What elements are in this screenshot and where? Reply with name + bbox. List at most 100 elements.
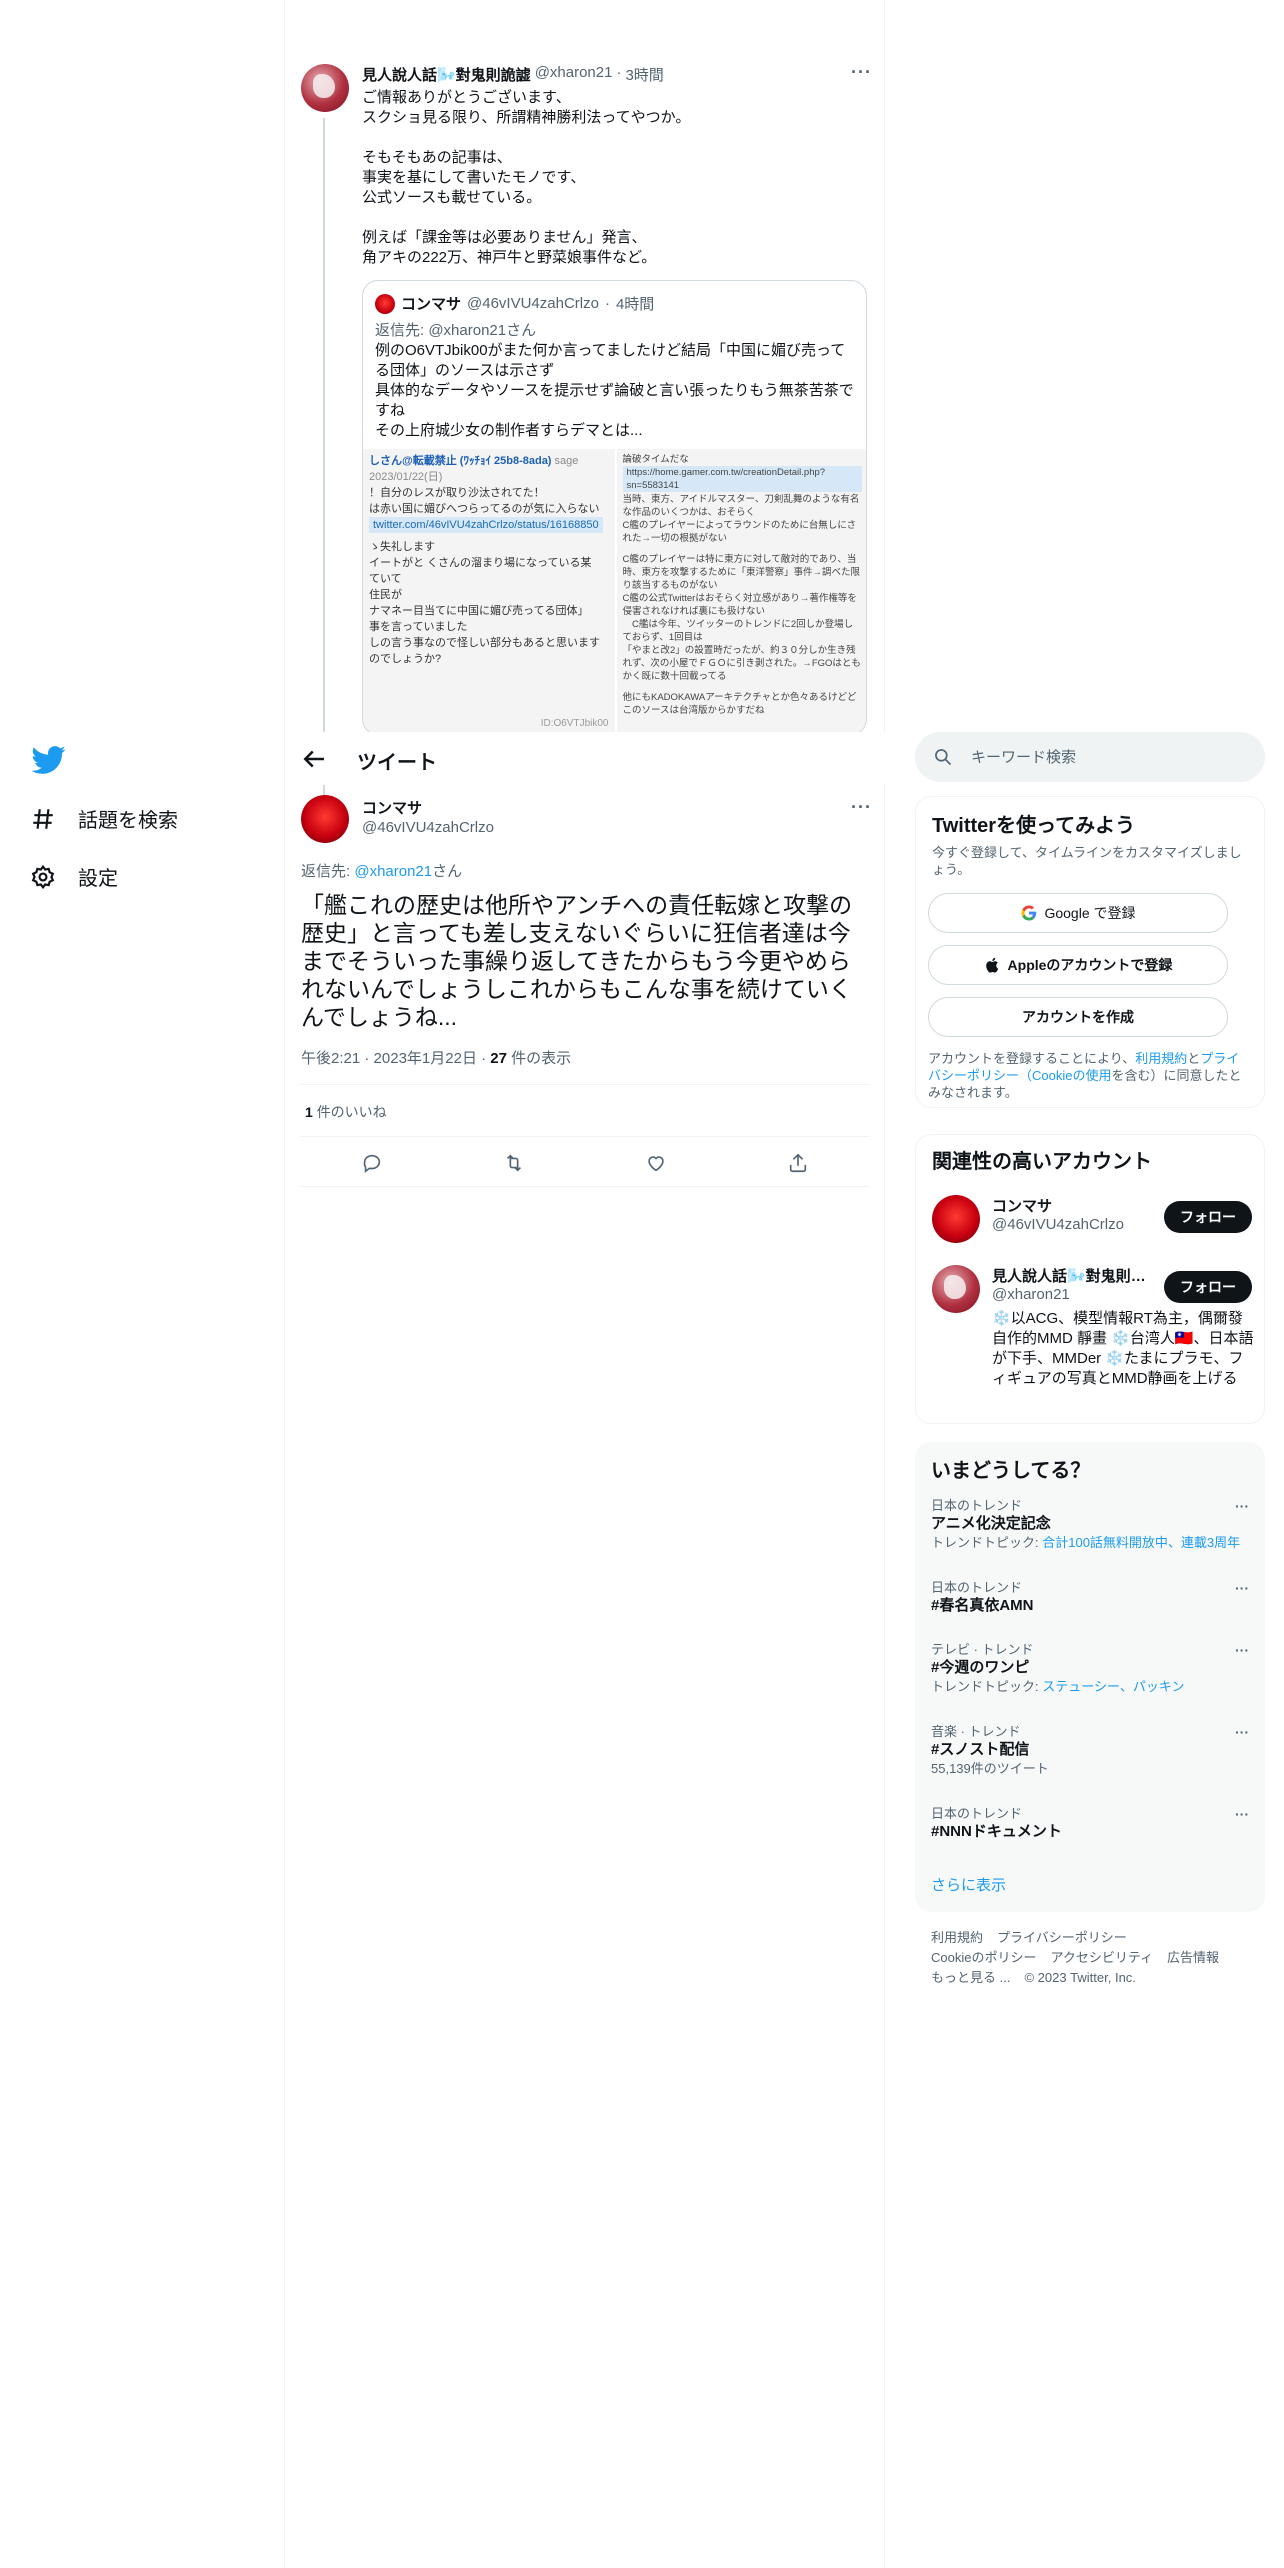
twitter-logo-icon[interactable] [30, 742, 66, 778]
google-signup-button[interactable]: Google で登録 [928, 893, 1228, 933]
tweet-time[interactable]: 午後2:21 [301, 1050, 360, 1067]
user-handle[interactable]: @46vIVU4zahCrlzo [992, 1216, 1124, 1233]
footer-link-terms[interactable]: 利用規約 [931, 1930, 983, 1945]
trend-context: テレビ · トレンド [931, 1642, 1034, 1657]
author-name[interactable]: コンマサ [362, 797, 422, 818]
image-line: は赤い国に媚びへつらってるのが気に入らない [369, 503, 600, 515]
quoted-tweet[interactable]: コンマサ @46vIVU4zahCrlzo · 4時間 返信先: @xharon… [362, 280, 867, 735]
more-options-icon[interactable]: ··· [1235, 1642, 1249, 1658]
search-box[interactable] [915, 732, 1265, 782]
tweet-text: ご情報ありがとうございます、 スクショ見る限り、所謂精神勝利法ってやつか。 そも… [362, 89, 691, 266]
image-link: twitter.com/46vIVU4zahCrlzo/status/16168… [369, 517, 603, 533]
trend-item[interactable]: 音楽 · トレンド #スノスト配信 55,139件のツイート ··· [931, 1724, 1249, 1777]
signup-title: Twitterを使ってみよう [932, 815, 1136, 837]
heart-icon [648, 1156, 664, 1172]
image-line: 他にもKADOKAWAアーキテクチャとか色々あるけどどこのソースは台湾版からかす… [622, 692, 857, 716]
author-name[interactable]: 見人說人話🌬️對鬼則詭譃 [362, 64, 531, 85]
views-label: 件の表示 [511, 1050, 572, 1067]
quote-avatar [375, 293, 395, 314]
author-handle[interactable]: @xharon21 [535, 64, 613, 85]
terms-link[interactable]: 利用規約 [1135, 1051, 1187, 1066]
image-line: C艦のプレイヤーは特に東方に対して敵対的であり、当時、東方を攻撃するために「東洋… [622, 554, 861, 591]
follow-button[interactable]: フォロー [1164, 1201, 1252, 1233]
reply-suffix: さん [432, 863, 463, 880]
nav-explore[interactable]: 話題を検索 [30, 804, 178, 833]
separator-dot: · [481, 1050, 487, 1067]
hashtag-icon [33, 808, 53, 829]
likes-link[interactable]: 1 件のいいね [305, 1102, 387, 1122]
footer-link-ads[interactable]: 広告情報 [1167, 1950, 1219, 1965]
trend-item[interactable]: テレビ · トレンド #今週のワンピ トレンドトピック: ステューシー、パッキン… [931, 1642, 1249, 1695]
views-count: 27 [490, 1050, 507, 1067]
quote-author-handle: @46vIVU4zahCrlzo [467, 295, 599, 312]
more-options-icon[interactable]: ··· [1235, 1806, 1249, 1822]
footer-link-accessibility[interactable]: アクセシビリティ [1050, 1950, 1153, 1965]
apple-signup-button[interactable]: Appleのアカウントで登録 [928, 945, 1228, 985]
avatar[interactable] [932, 1265, 980, 1313]
separator-dot: · [364, 1050, 370, 1067]
screenshot-image-right[interactable]: 論破タイムだな https://home.gamer.com.tw/creati… [616, 449, 866, 734]
footer-link-more[interactable]: もっと見る ... [931, 1970, 1010, 1985]
trend-item[interactable]: 日本のトレンド #NNNドキュメント ··· [931, 1806, 1249, 1842]
image-line: 事を言っていました [369, 621, 468, 633]
image-line: 当時、東方、アイドルマスター、刀剣乱舞のような有名な作品のいくつかは、おそらく [622, 494, 860, 518]
footer-link-privacy[interactable]: プライバシーポリシー [997, 1930, 1127, 1945]
search-input[interactable] [971, 732, 1251, 782]
more-options-icon[interactable]: ··· [851, 62, 872, 83]
more-options-icon[interactable]: ··· [1235, 1724, 1249, 1740]
related-accounts-card: 関連性の高いアカウント コンマサ @46vIVU4zahCrlzo フォロー 見… [915, 1134, 1265, 1424]
show-more-link[interactable]: さらに表示 [931, 1874, 1006, 1895]
trend-topic-links[interactable]: ステューシー、パッキン [1042, 1679, 1184, 1694]
user-handle[interactable]: @xharon21 [992, 1286, 1070, 1303]
like-button[interactable] [644, 1151, 668, 1175]
trend-name: #今週のワンピ [931, 1659, 1030, 1676]
footer-link-cookies[interactable]: Cookieのポリシー [931, 1950, 1036, 1965]
page-title: ツイート [357, 752, 437, 774]
image-post-header: しさん@転載禁止 (ﾜｯﾁｮｲ 25b8-8ada) [369, 455, 552, 467]
image-line: ！自分のレスが取り沙汰されてた！ [369, 487, 545, 499]
trend-topic-links[interactable]: 合計100話無料開放中、連載3周年 [1042, 1535, 1240, 1550]
more-options-icon[interactable]: ··· [1235, 1580, 1249, 1596]
quote-time: 4時間 [615, 296, 655, 313]
more-options-icon[interactable]: ··· [851, 797, 872, 818]
trend-item[interactable]: 日本のトレンド #春名真依AMN ··· [931, 1580, 1249, 1616]
trend-item[interactable]: 日本のトレンド アニメ化決定記念 トレンドトピック: 合計100話無料開放中、連… [931, 1498, 1249, 1551]
avatar[interactable] [301, 64, 349, 112]
trend-tweet-count: 55,139件のツイート [931, 1761, 1049, 1776]
screenshot-image-left[interactable]: しさん@転載禁止 (ﾜｯﾁｮｲ 25b8-8ada) sage 2023/01/… [363, 449, 615, 734]
reply-handle-link[interactable]: @xharon21 [354, 863, 432, 880]
image-line: ナマネー目当てに中国に媚び売ってる団体」 [369, 605, 589, 617]
trend-context: 日本のトレンド [931, 1580, 1023, 1595]
quote-media[interactable]: しさん@転載禁止 (ﾜｯﾁｮｲ 25b8-8ada) sage 2023/01/… [363, 449, 866, 734]
gear-icon [31, 864, 55, 889]
reply-button[interactable] [360, 1151, 384, 1175]
related-user[interactable]: コンマサ @46vIVU4zahCrlzo フォロー [932, 1195, 1252, 1247]
create-account-button[interactable]: アカウントを作成 [928, 997, 1228, 1037]
user-name[interactable]: 見人說人話🌬️對鬼則詭譃 [992, 1265, 1152, 1286]
follow-button[interactable]: フォロー [1164, 1271, 1252, 1303]
image-line: C艦は今年、ツイッターのトレンドに2回しか登場しておらず、1回目は [622, 619, 854, 643]
image-line: のでしょうか? [369, 653, 442, 665]
author-handle[interactable]: @46vIVU4zahCrlzo [362, 819, 494, 836]
user-name[interactable]: コンマサ [992, 1195, 1152, 1216]
retweet-icon [506, 1154, 522, 1172]
share-button[interactable] [786, 1151, 810, 1175]
trend-context: 日本のトレンド [931, 1498, 1023, 1513]
related-user[interactable]: 見人說人話🌬️對鬼則詭譃 @xharon21 フォロー ❄️以ACG、模型情報R… [932, 1265, 1254, 1415]
back-arrow-icon[interactable] [299, 744, 329, 774]
tweet-time[interactable]: 3時間 [625, 64, 663, 85]
more-options-icon[interactable]: ··· [1235, 1498, 1249, 1514]
signup-description: 今すぐ登録して、タイムラインをカスタマイズしましょう。 [932, 845, 1242, 877]
tweet-date[interactable]: 2023年1月22日 [374, 1050, 477, 1067]
image-line: しの言う事なので怪しい部分もあると思います [369, 637, 600, 649]
footer-links: 利用規約 プライバシーポリシー Cookieのポリシー アクセシビリティ 広告情報 も… [931, 1928, 1251, 1988]
trend-context: 日本のトレンド [931, 1806, 1023, 1821]
nav-settings-label: 設定 [78, 868, 118, 890]
avatar[interactable] [932, 1195, 980, 1243]
trend-name: #春名真依AMN [931, 1597, 1034, 1614]
nav-settings[interactable]: 設定 [30, 862, 118, 891]
trend-name: アニメ化決定記念 [931, 1515, 1051, 1532]
trend-name: #NNNドキュメント [931, 1823, 1062, 1840]
avatar[interactable] [301, 795, 349, 843]
retweet-button[interactable] [502, 1151, 526, 1175]
